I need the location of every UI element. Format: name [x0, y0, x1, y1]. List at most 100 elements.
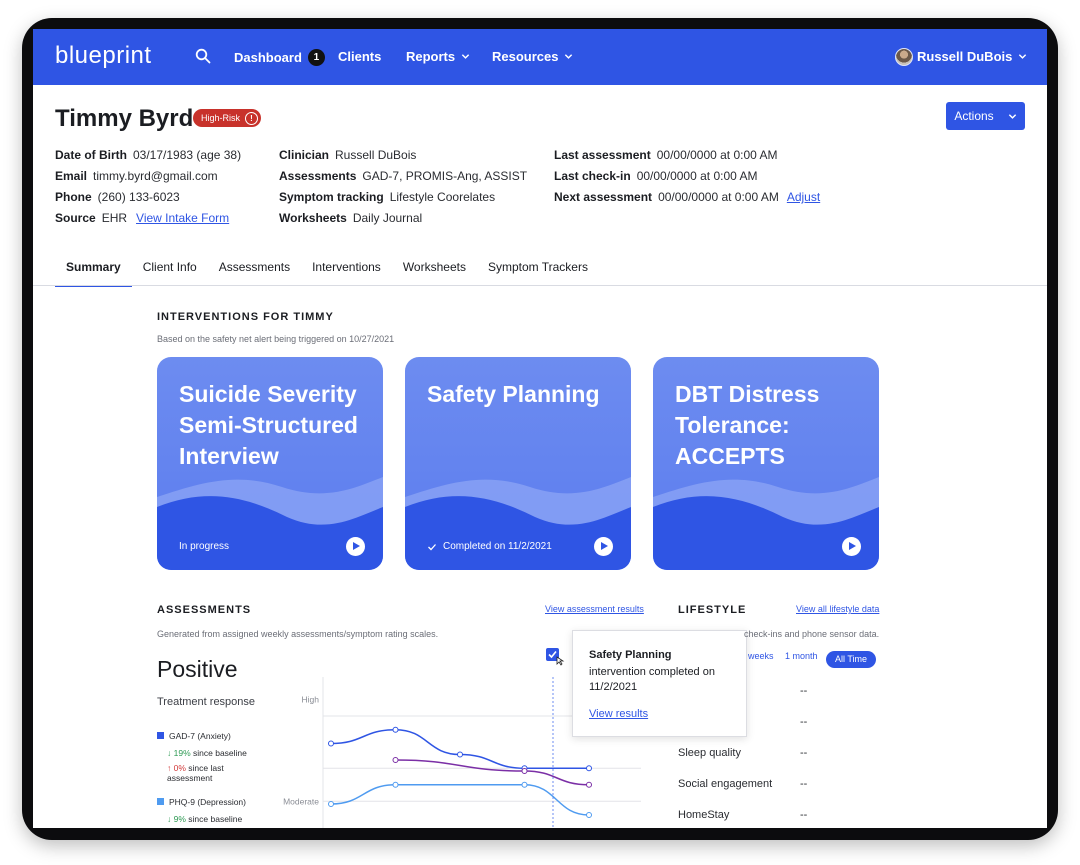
play-icon[interactable] — [594, 537, 613, 556]
data-point — [392, 781, 399, 788]
client-info-col-3: Last assessment 00/00/0000 at 0:00 AM Las… — [554, 145, 820, 208]
view-assessment-results-link[interactable]: View assessment results — [545, 604, 644, 614]
actions-button[interactable]: Actions — [946, 102, 1025, 130]
intervention-card-suicide-severity[interactable]: Suicide Severity Semi-Structured Intervi… — [157, 357, 383, 570]
search-icon[interactable] — [195, 48, 211, 64]
range-weeks[interactable]: weeks — [748, 651, 774, 661]
tab-worksheets[interactable]: Worksheets — [392, 257, 477, 287]
tab-assessments[interactable]: Assessments — [208, 257, 301, 287]
series-line — [395, 759, 590, 786]
tooltip-body: intervention completed on 11/2/2021 — [589, 666, 715, 693]
y-tick-label: Moderate — [283, 796, 319, 806]
legend-gad7: GAD-7 (Anxiety) — [157, 731, 231, 742]
intervention-card-safety-planning[interactable]: Safety Planning Completed on 11/2/2021 — [405, 357, 631, 570]
notification-badge: 1 — [307, 49, 325, 66]
avatar[interactable] — [895, 48, 913, 66]
play-icon[interactable] — [842, 537, 861, 556]
info-next-assessment: Next assessment 00/00/0000 at 0:00 AM Adju… — [554, 190, 821, 204]
lifestyle-row-homestay: HomeStay — [678, 809, 730, 821]
data-point — [521, 781, 528, 788]
info-dob: Date of Birth 03/17/1983 (age 38) — [55, 148, 242, 162]
chevron-down-icon — [461, 54, 470, 59]
intervention-tooltip: Safety Planning intervention completed o… — [572, 630, 747, 737]
view-lifestyle-data-link[interactable]: View all lifestyle data — [796, 604, 879, 614]
lifestyle-row-value: -- — [800, 778, 808, 790]
data-point — [521, 768, 528, 774]
chevron-down-icon — [1008, 113, 1016, 119]
interventions-subtitle: Based on the safety net alert being trig… — [157, 334, 395, 344]
assessments-subtitle: Generated from assigned weekly assessmen… — [157, 629, 439, 639]
data-point — [328, 801, 334, 807]
assessments-title: ASSESSMENTS — [157, 604, 252, 616]
legend-phq9: PHQ-9 (Depression) — [157, 797, 246, 808]
legend-swatch — [157, 798, 164, 805]
data-point — [586, 781, 592, 788]
card-status: Completed on 11/2/2021 — [427, 541, 552, 552]
tab-divider — [33, 285, 1047, 286]
info-last-assessment: Last assessment 00/00/0000 at 0:00 AM — [554, 148, 778, 162]
card-title: Suicide Severity Semi-Structured Intervi… — [179, 381, 358, 469]
data-point — [457, 751, 463, 758]
treatment-status: Positive — [157, 656, 238, 682]
lifestyle-subtitle: check-ins and phone sensor data. — [744, 629, 880, 639]
client-name: Timmy Byrd — [55, 105, 194, 132]
series-line — [330, 728, 589, 769]
risk-badge[interactable]: High-Risk! — [193, 109, 262, 127]
tab-bar: Summary Client Info Assessments Interven… — [55, 257, 599, 287]
alert-icon: ! — [245, 111, 259, 125]
view-results-link[interactable]: View results — [589, 708, 648, 720]
gad7-last-stat: ↑ 0% since last assessment — [167, 763, 224, 783]
range-1-month[interactable]: 1 month — [785, 651, 818, 661]
info-worksheets: Worksheets Daily Journal — [279, 211, 423, 225]
data-point — [328, 740, 334, 747]
gad7-baseline-stat: ↓ 19% since baseline — [167, 748, 247, 758]
client-info-col-1: Date of Birth 03/17/1983 (age 38) Email ti… — [55, 145, 241, 229]
info-phone: Phone (260) 133-6023 — [55, 190, 180, 204]
tab-symptom-trackers[interactable]: Symptom Trackers — [477, 257, 599, 287]
interventions-title: INTERVENTIONS FOR TIMMY — [157, 311, 334, 323]
intervention-card-dbt-distress[interactable]: DBT Distress Tolerance: ACCEPTS — [653, 357, 879, 570]
nav-resources[interactable]: Resources — [492, 49, 573, 64]
nav-reports[interactable]: Reports — [406, 49, 470, 64]
check-icon — [428, 543, 436, 550]
treatment-response-label: Treatment response — [157, 696, 256, 708]
chevron-down-icon — [1019, 54, 1027, 59]
top-nav: blueprint Dashboard 1 Clients Reports Res… — [33, 29, 1047, 85]
data-point — [586, 765, 592, 772]
tab-interventions[interactable]: Interventions — [301, 257, 392, 287]
logo[interactable]: blueprint — [55, 42, 152, 70]
data-point — [392, 757, 399, 763]
user-menu[interactable]: Russell DuBois — [917, 49, 1027, 64]
lifestyle-row-value: -- — [800, 747, 808, 759]
view-intake-form-link[interactable]: View Intake Form — [136, 211, 229, 225]
data-point — [586, 812, 592, 818]
info-assessments: Assessments GAD-7, PROMIS-Ang, ASSIST — [279, 169, 528, 183]
lifestyle-row-value: -- — [800, 685, 808, 697]
nav-clients[interactable]: Clients — [338, 49, 381, 64]
play-icon[interactable] — [346, 537, 365, 556]
series-line — [330, 784, 590, 816]
range-all-time[interactable]: All Time — [826, 651, 877, 668]
lifestyle-row-value: -- — [800, 809, 808, 821]
app-screen: blueprint Dashboard 1 Clients Reports Res… — [33, 29, 1047, 828]
info-symptom-tracking: Symptom tracking Lifestyle Coorelates — [279, 190, 496, 204]
legend-swatch — [157, 732, 164, 739]
lifestyle-title: LIFESTYLE — [678, 604, 747, 616]
tab-client-info[interactable]: Client Info — [132, 257, 208, 287]
tab-summary[interactable]: Summary — [55, 257, 132, 287]
chevron-down-icon — [565, 54, 573, 59]
phq9-baseline-stat: ↓ 9% since baseline — [167, 814, 243, 824]
nav-dashboard[interactable]: Dashboard 1 — [234, 49, 325, 66]
y-tick-label: High — [302, 695, 320, 705]
data-point — [392, 726, 399, 733]
lifestyle-row-social-engagement: Social engagement — [678, 778, 773, 790]
card-title: Safety Planning — [427, 381, 600, 407]
card-title: DBT Distress Tolerance: ACCEPTS — [675, 381, 820, 469]
checkbox-icon[interactable] — [545, 647, 565, 667]
adjust-link[interactable]: Adjust — [787, 190, 820, 204]
info-source: Source EHR View Intake Form — [55, 211, 230, 225]
info-email: Email timmy.byrd@gmail.com — [55, 169, 218, 183]
card-status: In progress — [179, 541, 230, 552]
client-info-col-2: Clinician Russell DuBois Assessments GAD-7… — [279, 145, 527, 229]
info-clinician: Clinician Russell DuBois — [279, 148, 417, 162]
